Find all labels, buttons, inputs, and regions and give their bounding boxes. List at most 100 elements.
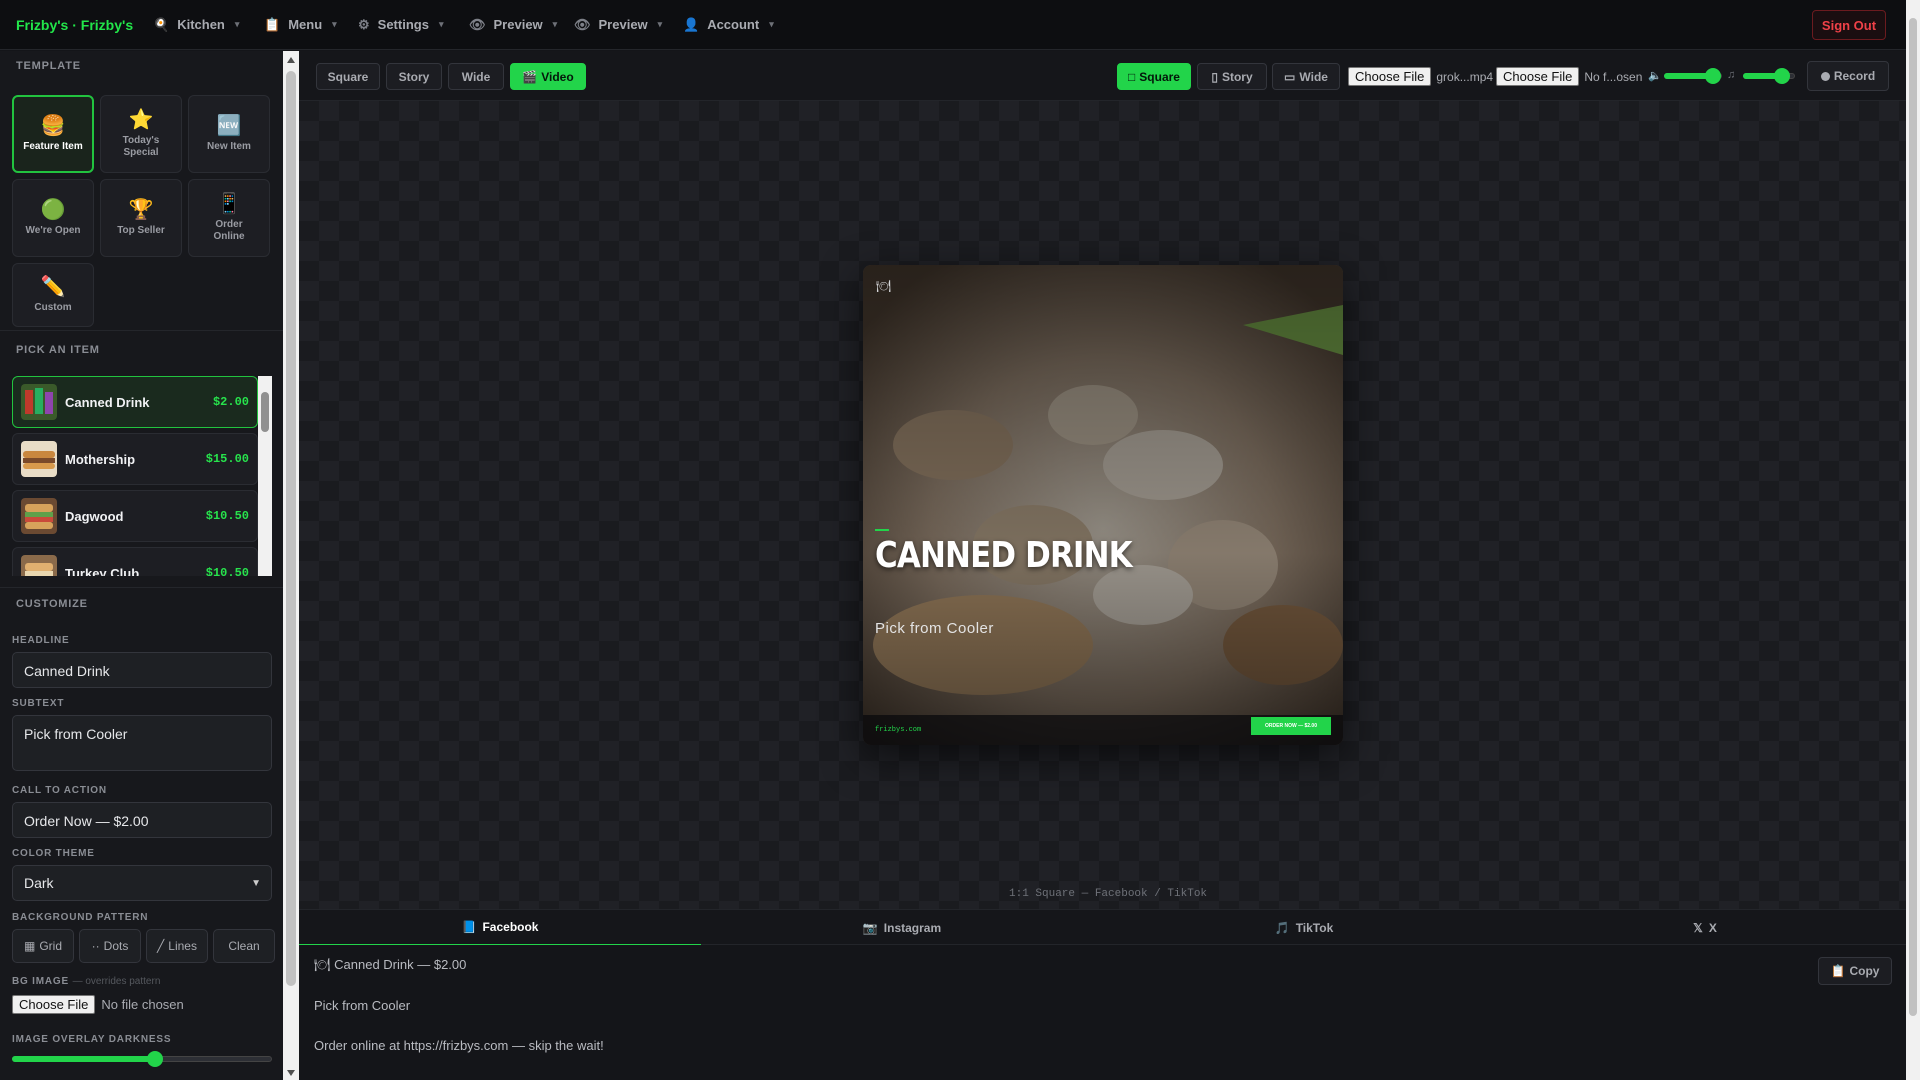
format-video-button[interactable]: 🎬 Video — [510, 63, 586, 90]
nav-preview-1[interactable]: 👁 Preview ▾ — [469, 0, 557, 50]
star-icon: ⭐ — [128, 109, 154, 131]
camera-icon: 📷 — [862, 921, 878, 935]
item-price: $10.50 — [205, 509, 249, 523]
nav-kitchen[interactable]: 🍳 Kitchen ▾ — [153, 0, 239, 50]
brand-name[interactable]: Frizby's · Frizby's — [0, 17, 152, 33]
nav-menu[interactable]: 📋 Menu ▾ — [264, 0, 337, 50]
template-section-title: TEMPLATE — [16, 60, 81, 72]
nav-preview-2[interactable]: 👁 Preview ▾ — [574, 0, 662, 50]
choose-file-button[interactable]: Choose File — [1496, 67, 1580, 86]
template-todays-special[interactable]: ⭐ Today's Special — [100, 95, 182, 173]
bg-image-note: — overrides pattern — [72, 976, 161, 987]
template-custom[interactable]: ✏️ Custom — [12, 263, 94, 327]
template-order-online[interactable]: 📱 Order Online — [188, 179, 270, 257]
copy-button[interactable]: 📋 Copy — [1818, 957, 1892, 985]
landscape-icon: ▭ — [1284, 69, 1296, 84]
format-square-button[interactable]: Square — [316, 63, 380, 90]
file-name: grok...mp4 — [1436, 69, 1494, 84]
pattern-label: Dots — [103, 939, 129, 953]
format-wide-button[interactable]: Wide — [448, 63, 504, 90]
post-line-3: Order online at https://frizbys.com — sk… — [314, 1038, 604, 1053]
item-thumbnail — [21, 498, 57, 534]
scroll-thumb[interactable] — [286, 71, 296, 986]
tab-x[interactable]: 𝕏X — [1504, 910, 1906, 946]
logo-icon: 🍽 — [876, 279, 892, 293]
pattern-lines-button[interactable]: ╱ Lines — [146, 929, 208, 963]
bg-image-file-input[interactable]: Choose File No file chosen — [12, 995, 184, 1014]
subtext-input[interactable]: Pick from Cooler — [12, 715, 272, 771]
scroll-thumb[interactable] — [1909, 18, 1917, 1016]
tab-facebook[interactable]: 📘 Facebook — [299, 910, 701, 946]
burger-icon: 🍔 — [40, 115, 66, 137]
volume-handle[interactable] — [1705, 68, 1721, 84]
button-label: Record — [1833, 69, 1876, 83]
video-wide-button[interactable]: ▭ Wide — [1272, 63, 1340, 90]
format-story-button[interactable]: Story — [386, 63, 442, 90]
item-name: Canned Drink — [65, 394, 150, 410]
sign-out-button[interactable]: Sign Out — [1812, 10, 1886, 40]
overlay-darkness-handle[interactable] — [147, 1051, 163, 1067]
post-text: Canned Drink — $2.00 — [334, 957, 467, 972]
music-file-input[interactable]: Choose File No f...osen — [1496, 67, 1642, 86]
menu-icon: 📋 — [264, 16, 281, 32]
background-pattern-label: BACKGROUND PATTERN — [12, 912, 149, 923]
template-were-open[interactable]: 🟢 We're Open — [12, 179, 94, 257]
record-button[interactable]: Record — [1807, 61, 1889, 91]
square-icon: □ — [1128, 69, 1136, 84]
sidebar-scrollbar[interactable] — [283, 51, 299, 1080]
nav-settings[interactable]: ⚙ Settings ▾ — [358, 0, 443, 50]
color-theme-select[interactable]: Dark ▼ — [12, 865, 272, 901]
scroll-up-icon[interactable] — [287, 57, 295, 63]
video-square-button[interactable]: □ Square — [1117, 63, 1191, 90]
pattern-dots-button[interactable]: ·· Dots — [79, 929, 141, 963]
video-file-input[interactable]: Choose File grok...mp4 — [1348, 67, 1493, 86]
selected-theme: Dark — [24, 875, 54, 891]
video-story-button[interactable]: ▯ Story — [1197, 63, 1267, 90]
chevron-down-icon: ▾ — [234, 19, 240, 29]
x-logo-icon: 𝕏 — [1693, 921, 1703, 935]
sidebar: TEMPLATE 🍔 Feature Item ⭐ Today's Special … — [0, 51, 283, 1080]
trophy-icon: 🏆 — [128, 199, 154, 221]
tab-instagram[interactable]: 📷 Instagram — [701, 910, 1103, 946]
eye-icon: 👁 — [574, 16, 591, 32]
list-item[interactable]: Turkey Club $10.50 — [12, 547, 258, 576]
new-badge-icon: 🆕 — [216, 115, 242, 137]
cta-label: CALL TO ACTION — [12, 785, 107, 796]
template-label: Feature Item — [23, 141, 83, 152]
scroll-thumb[interactable] — [261, 392, 269, 432]
chevron-down-icon: ▾ — [332, 19, 337, 29]
overlay-darkness-fill — [12, 1056, 155, 1062]
music-note-icon: 🎵 — [1274, 921, 1290, 935]
item-price: $2.00 — [212, 395, 249, 409]
choose-file-button[interactable]: Choose File — [12, 995, 96, 1014]
nav-account[interactable]: 👤 Account ▾ — [683, 0, 774, 50]
tab-label: X — [1708, 921, 1717, 935]
bg-image-label-text: BG IMAGE — [12, 976, 69, 987]
user-icon: 👤 — [683, 16, 700, 32]
template-top-seller[interactable]: 🏆 Top Seller — [100, 179, 182, 257]
music-volume-handle[interactable] — [1774, 68, 1790, 84]
headline-input[interactable]: Canned Drink — [12, 652, 272, 688]
tab-tiktok[interactable]: 🎵 TikTok — [1103, 910, 1505, 946]
item-name: Dagwood — [65, 508, 124, 524]
template-feature-item[interactable]: 🍔 Feature Item — [12, 95, 94, 173]
grid-icon: ▦ — [23, 939, 36, 953]
file-name: No file chosen — [101, 997, 184, 1012]
choose-file-button[interactable]: Choose File — [1348, 67, 1432, 86]
plate-icon: 🍽 — [314, 957, 331, 972]
list-item[interactable]: Canned Drink $2.00 — [12, 376, 258, 428]
item-list-scrollbar[interactable] — [258, 376, 272, 576]
pick-item-section-title: PICK AN ITEM — [16, 344, 100, 356]
green-circle-icon: 🟢 — [40, 199, 66, 221]
page-scrollbar[interactable] — [1906, 0, 1920, 1080]
item-thumbnail — [21, 384, 57, 420]
template-new-item[interactable]: 🆕 New Item — [188, 95, 270, 173]
scroll-down-icon[interactable] — [287, 1070, 295, 1076]
tab-label: TikTok — [1295, 921, 1334, 935]
divider — [0, 587, 283, 588]
list-item[interactable]: Mothership $15.00 — [12, 433, 258, 485]
pattern-grid-button[interactable]: ▦ Grid — [12, 929, 74, 963]
cta-input[interactable]: Order Now — $2.00 — [12, 802, 272, 838]
pattern-clean-button[interactable]: Clean — [213, 929, 275, 963]
list-item[interactable]: Dagwood $10.50 — [12, 490, 258, 542]
